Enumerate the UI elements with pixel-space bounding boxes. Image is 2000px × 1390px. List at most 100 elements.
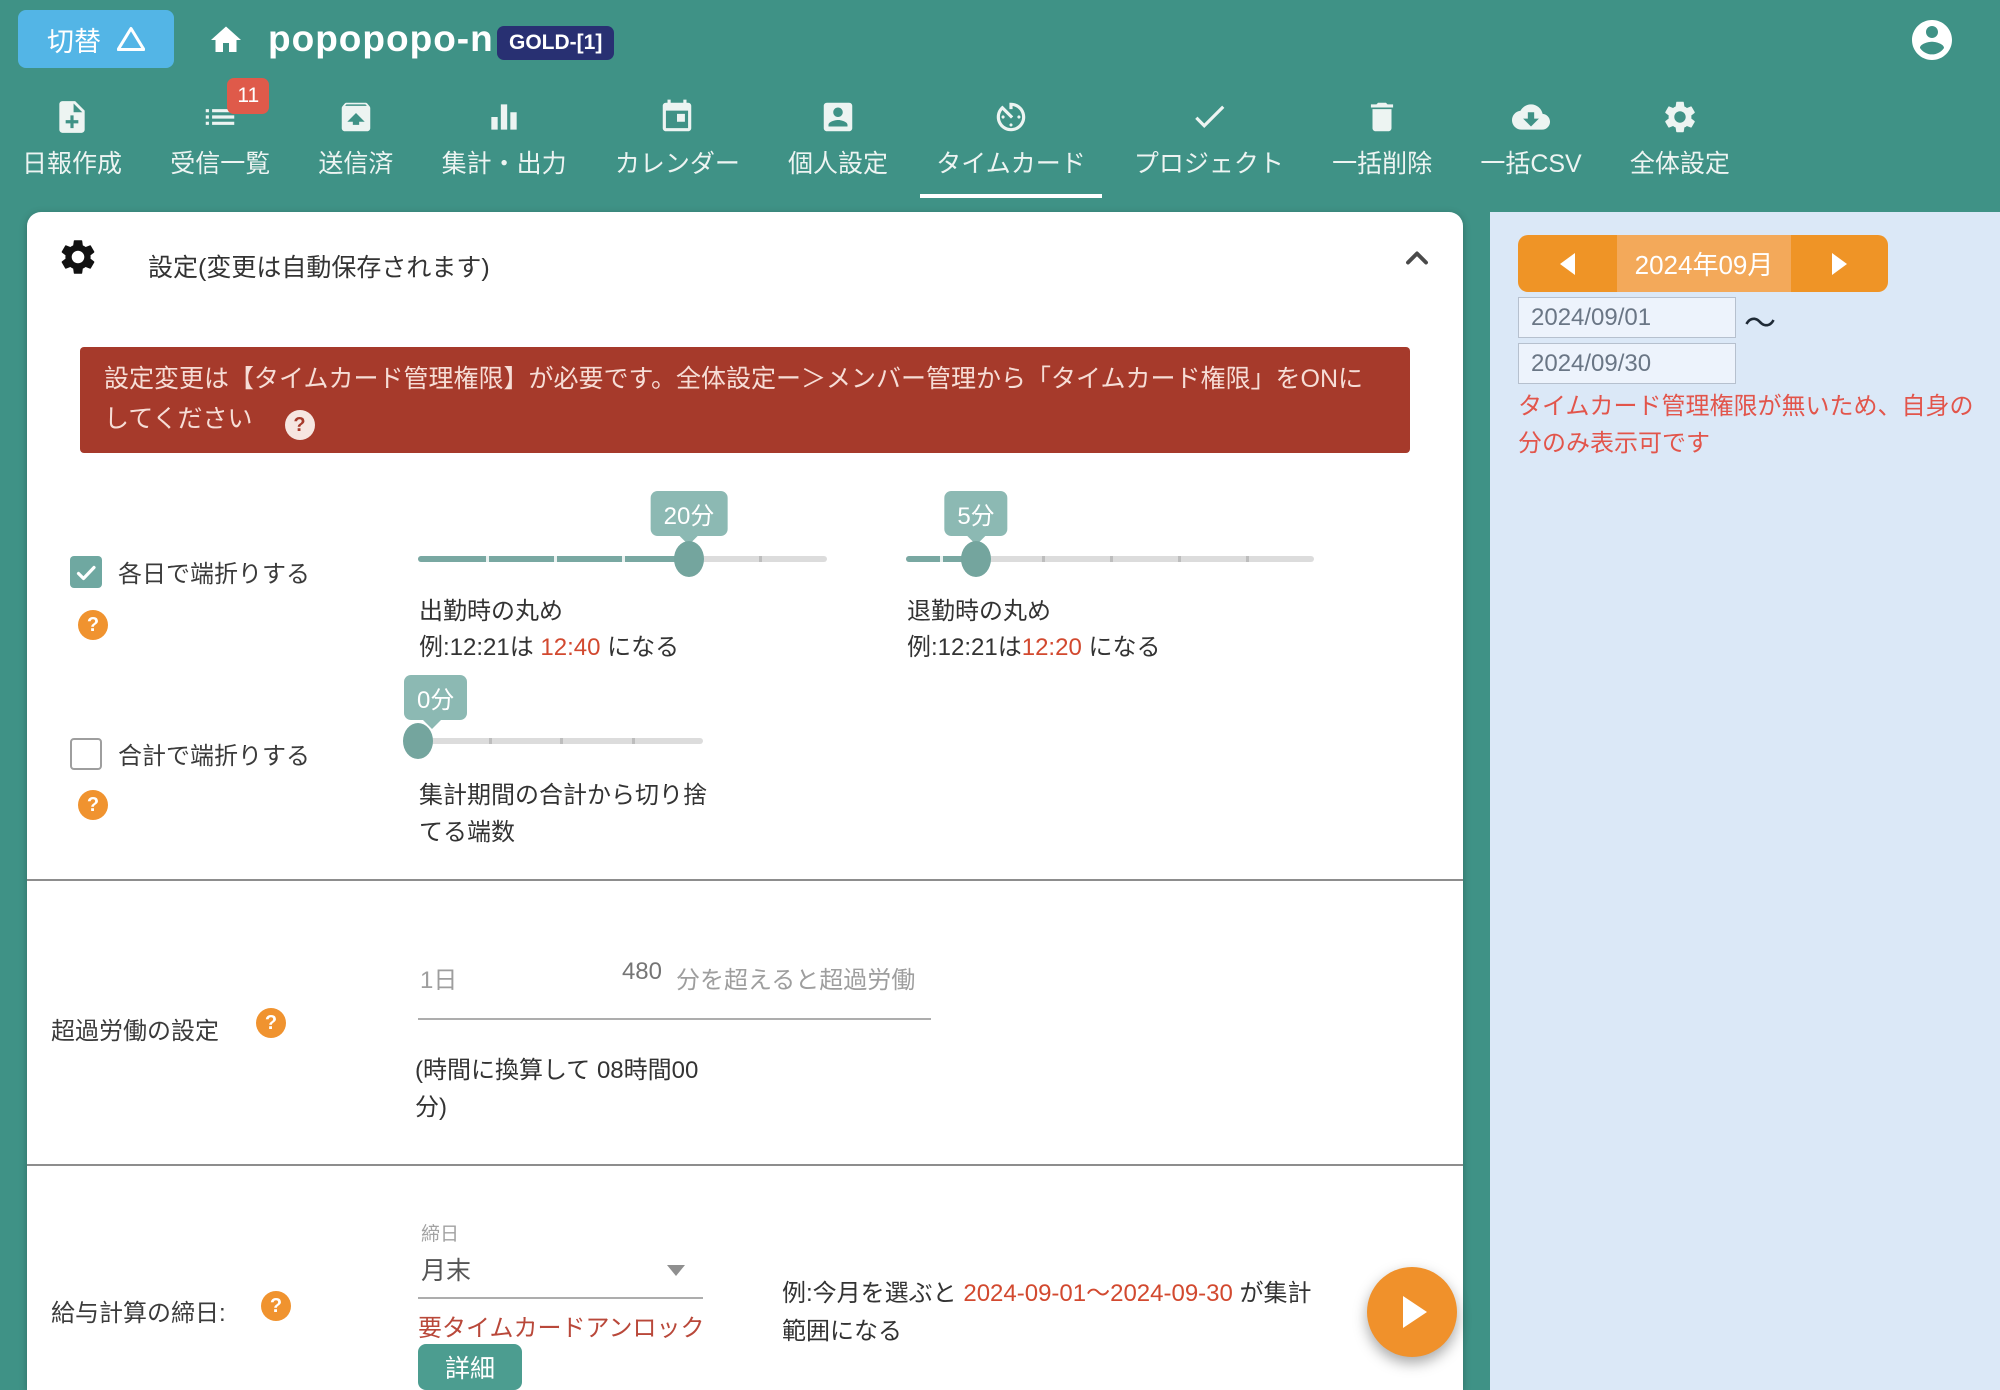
prev-month-button[interactable] [1518, 235, 1617, 292]
slider-title: 出勤時の丸め [419, 591, 563, 626]
permission-warning-banner: 設定変更は【タイムカード管理権限】が必要です。全体設定ー＞メンバー管理から「タイ… [80, 347, 1410, 453]
payroll-section-label: 給与計算の締日: [51, 1293, 226, 1328]
nav-item-calendar[interactable]: カレンダー [615, 90, 740, 198]
next-fab-button[interactable] [1367, 1267, 1457, 1357]
total-rounding-description: 集計期間の合計から切り捨てる端数 [419, 777, 719, 851]
unarchive-icon [337, 98, 375, 136]
gear-icon [57, 236, 99, 278]
help-icon[interactable] [78, 790, 108, 820]
daily-rounding-row: 各日で端折りする [70, 554, 310, 589]
switch-button[interactable]: 切替 [18, 10, 174, 68]
closing-day-select[interactable]: 締日 月末 [418, 1219, 703, 1299]
slider-value-tooltip: 0分 [404, 675, 467, 720]
date-range-separator: ～ [1744, 298, 1776, 344]
nav-label: 全体設定 [1630, 144, 1730, 180]
chevron-up-icon[interactable] [1399, 240, 1435, 276]
month-navigator: 2024年09月 [1518, 235, 1888, 292]
switch-button-label: 切替 [47, 20, 101, 59]
nav-label: 一括削除 [1332, 144, 1432, 180]
date-from-input[interactable] [1518, 297, 1736, 338]
period-sidebar: 2024年09月 ～ タイムカード管理権限が無いため、自身の分のみ表示可です [1490, 212, 2000, 1390]
nav-item-sent[interactable]: 送信済 [318, 90, 393, 198]
current-month-label[interactable]: 2024年09月 [1617, 235, 1791, 292]
overtime-section-label: 超過労働の設定 [51, 1011, 219, 1046]
overtime-suffix: 分を超えると超過労働 [676, 960, 915, 995]
chevron-down-icon [667, 1265, 685, 1276]
help-icon[interactable] [256, 1008, 286, 1038]
detail-button[interactable]: 詳細 [418, 1344, 522, 1390]
total-rounding-checkbox[interactable] [70, 738, 102, 770]
slider-value-tooltip: 5分 [944, 491, 1007, 536]
total-rounding-label: 合計で端折りする [118, 736, 310, 771]
chevron-left-icon [1560, 253, 1575, 275]
permission-notice: タイムカード管理権限が無いため、自身の分のみ表示可です [1518, 388, 1988, 462]
nav-label: 集計・出力 [442, 144, 567, 180]
account-circle-icon[interactable] [1908, 16, 1956, 64]
example-result: 12:40 [540, 634, 600, 661]
example-result: 12:20 [1022, 634, 1082, 661]
page: 切替 popopopo-n GOLD-[1] 日報作成 11 受信一覧 送信済 [0, 0, 2000, 1390]
gear-icon [1661, 98, 1699, 136]
cloud-download-icon [1512, 98, 1550, 136]
input-underline [418, 1297, 703, 1299]
input-underline [418, 1018, 931, 1020]
help-icon[interactable] [78, 610, 108, 640]
nav-label: カレンダー [615, 144, 740, 180]
nav-item-bulk-csv[interactable]: 一括CSV [1480, 90, 1581, 198]
nav-label: 送信済 [318, 144, 393, 180]
home-icon[interactable] [208, 22, 244, 58]
nav-label: 日報作成 [22, 144, 122, 180]
checkmark-icon [1190, 98, 1228, 136]
chevron-right-icon [1832, 253, 1847, 275]
note-add-icon [53, 98, 91, 136]
section-divider [27, 1164, 1463, 1166]
calendar-icon [658, 98, 696, 136]
slider-track[interactable] [418, 738, 703, 744]
overtime-prefix: 1日 [420, 960, 457, 995]
nav-item-timecard[interactable]: タイムカード [936, 90, 1086, 198]
select-label: 締日 [421, 1219, 459, 1246]
nav-item-project[interactable]: プロジェクト [1134, 90, 1284, 198]
nav-item-global-settings[interactable]: 全体設定 [1630, 90, 1730, 198]
plan-badge: GOLD-[1] [497, 26, 614, 60]
help-icon[interactable] [261, 1291, 291, 1321]
daily-rounding-label: 各日で端折りする [118, 554, 310, 589]
top-bar: 切替 popopopo-n GOLD-[1] [0, 0, 2000, 80]
overtime-note: (時間に換算して 08時間00分) [415, 1052, 725, 1126]
date-to-input[interactable] [1518, 343, 1736, 384]
overtime-minutes-input[interactable] [457, 952, 662, 992]
slider-thumb[interactable] [403, 723, 433, 759]
app-title: popopopo-n [268, 18, 494, 60]
panel-title: 設定(変更は自動保存されます) [148, 248, 490, 284]
help-icon[interactable] [285, 410, 315, 440]
select-value: 月末 [421, 1251, 471, 1287]
nav-label: 個人設定 [788, 144, 888, 180]
nav-label: タイムカード [936, 144, 1086, 180]
list-icon: 11 [201, 98, 239, 136]
bar-chart-icon [485, 98, 523, 136]
slider-thumb[interactable] [674, 541, 704, 577]
section-divider [27, 879, 1463, 881]
daily-rounding-checkbox[interactable] [70, 556, 102, 588]
slider-track[interactable] [418, 556, 827, 562]
nav-item-inbox[interactable]: 11 受信一覧 [170, 90, 270, 198]
total-rounding-row: 合計で端折りする [70, 736, 310, 771]
next-month-button[interactable] [1791, 235, 1888, 292]
nav-item-personal-settings[interactable]: 個人設定 [788, 90, 888, 198]
nav-item-daily-report[interactable]: 日報作成 [22, 90, 122, 198]
payroll-example: 例:今月を選ぶと 2024-09-01～2024-09-30 が集計範囲になる [782, 1275, 1327, 1351]
slider-title: 退勤時の丸め [907, 591, 1051, 626]
timer-icon [992, 98, 1030, 136]
timecard-unlock-link[interactable]: 要タイムカードアンロック [418, 1308, 705, 1343]
clock-out-rounding-slider: 5分 退勤時の丸め 例:12:21は12:20 になる [906, 491, 1314, 671]
triangle-icon [117, 26, 145, 52]
unread-count-badge: 11 [227, 78, 269, 114]
trash-icon [1363, 98, 1401, 136]
main-nav: 日報作成 11 受信一覧 送信済 集計・出力 カレンダー 個人設定 タイムカ [0, 80, 1752, 204]
slider-thumb[interactable] [961, 541, 991, 577]
id-card-icon [819, 98, 857, 136]
nav-item-aggregate-output[interactable]: 集計・出力 [442, 90, 567, 198]
slider-example: 例:12:21は 12:40 になる [419, 627, 679, 662]
nav-item-bulk-delete[interactable]: 一括削除 [1332, 90, 1432, 198]
slider-example: 例:12:21は12:20 になる [907, 627, 1160, 662]
